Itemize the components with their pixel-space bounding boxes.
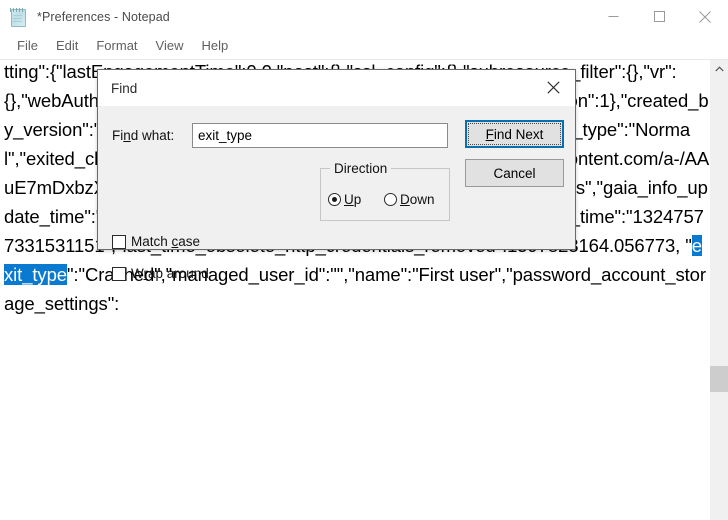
wrap-around-label: Wrap around xyxy=(131,266,209,281)
find-dialog-titlebar: Find xyxy=(98,70,575,106)
match-case-post: ase xyxy=(178,234,201,249)
radio-down-accel: D xyxy=(400,192,410,207)
find-what-label-pre: Fi xyxy=(112,128,124,143)
radio-up-label: Up xyxy=(344,192,361,207)
find-dialog-title: Find xyxy=(111,80,138,96)
find-dialog-close-button[interactable] xyxy=(531,70,575,105)
radio-direction-down[interactable]: Down xyxy=(384,192,435,207)
wrap-around-pre: W xyxy=(131,266,144,281)
menu-item-view[interactable]: View xyxy=(147,36,193,56)
find-next-label: Find Next xyxy=(486,127,544,142)
wrap-around-post: ap around xyxy=(148,266,209,281)
close-button[interactable] xyxy=(682,0,728,33)
find-what-label: Find what: xyxy=(112,128,174,143)
scroll-up-button[interactable] xyxy=(710,60,728,78)
title-bar: *Preferences - Notepad xyxy=(0,0,728,33)
close-icon xyxy=(546,81,560,94)
radio-down-post: own xyxy=(409,192,435,207)
find-dialog-body: Find what: Find Next Cancel Direction Up… xyxy=(98,106,575,281)
menu-item-edit[interactable]: Edit xyxy=(47,36,87,56)
vertical-scrollbar[interactable] xyxy=(710,60,728,520)
editor-text-after: ":"Crashed","managed_user_id":"","name":… xyxy=(4,264,706,314)
notepad-window: *Preferences - Notepad File Edit Format … xyxy=(0,0,728,520)
window-title: *Preferences - Notepad xyxy=(37,9,170,24)
find-what-label-post: d what: xyxy=(130,128,175,143)
menu-item-file[interactable]: File xyxy=(8,36,47,56)
radio-direction-up[interactable]: Up xyxy=(328,192,361,207)
radio-up-post: p xyxy=(353,192,362,207)
minimize-icon xyxy=(608,16,618,17)
checkbox-match-case[interactable]: Match case xyxy=(112,234,200,249)
menu-item-format[interactable]: Format xyxy=(87,36,146,56)
close-icon xyxy=(699,10,711,23)
radio-down-label: Down xyxy=(400,192,435,207)
find-next-button[interactable]: Find Next xyxy=(465,120,564,148)
menu-item-help[interactable]: Help xyxy=(192,36,237,56)
notepad-icon xyxy=(9,7,27,27)
menu-bar: File Edit Format View Help xyxy=(0,33,728,59)
radio-up-indicator xyxy=(328,193,341,206)
find-what-label-accel: n xyxy=(123,128,131,143)
match-case-label: Match case xyxy=(131,234,200,249)
chevron-up-icon xyxy=(714,66,724,72)
cancel-button[interactable]: Cancel xyxy=(465,159,564,187)
find-dialog: Find Find what: Find Next Cancel Directi… xyxy=(97,69,576,281)
cancel-label: Cancel xyxy=(493,165,536,181)
match-case-box xyxy=(112,234,126,249)
find-what-input[interactable] xyxy=(192,123,448,148)
wrap-around-box xyxy=(112,266,126,281)
maximize-button[interactable] xyxy=(636,0,682,33)
match-case-pre: Match xyxy=(131,234,172,249)
direction-legend: Direction xyxy=(330,161,392,176)
window-controls xyxy=(590,0,728,33)
find-next-accel: F xyxy=(485,126,494,142)
radio-up-accel: U xyxy=(344,192,354,207)
maximize-icon xyxy=(653,11,665,22)
minimize-button[interactable] xyxy=(590,0,636,33)
radio-down-indicator xyxy=(384,193,397,206)
scrollbar-thumb[interactable] xyxy=(710,366,728,392)
find-next-post: ind Next xyxy=(493,126,544,142)
checkbox-wrap-around[interactable]: Wrap around xyxy=(112,266,209,281)
